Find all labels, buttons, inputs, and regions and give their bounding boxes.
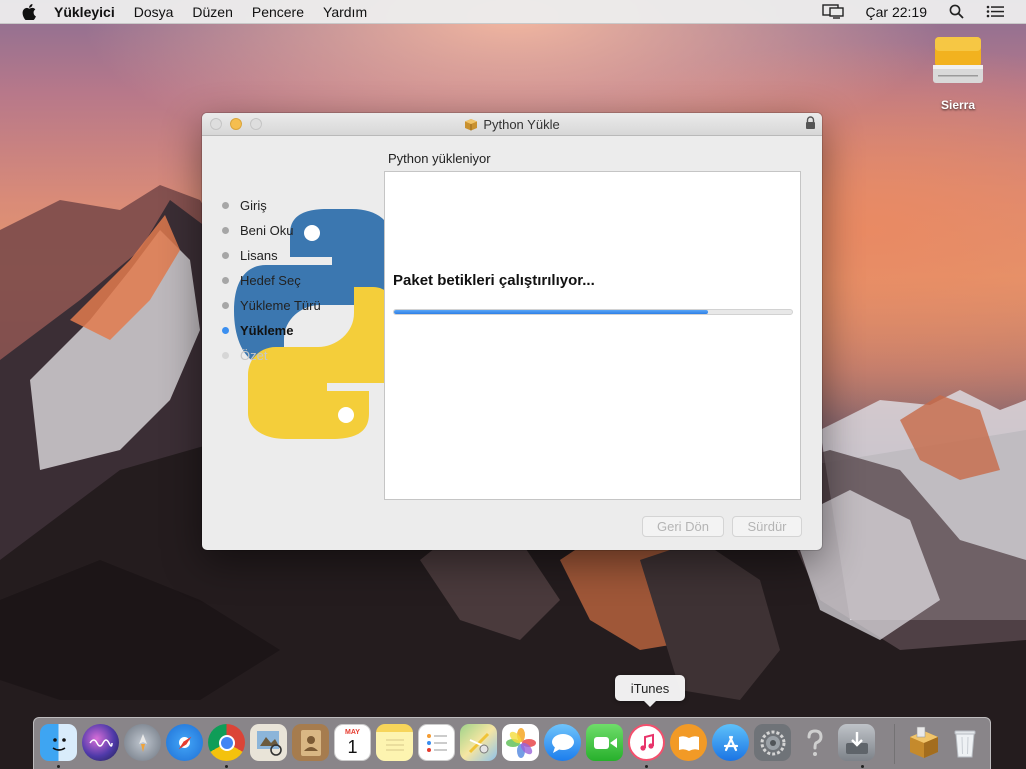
install-status-text: Paket betikleri çalıştırılıyor... <box>393 272 595 289</box>
dock: MAY 1 <box>33 717 991 769</box>
continue-button[interactable]: Sürdür <box>732 516 802 537</box>
hard-drive-icon <box>933 37 983 83</box>
running-indicator <box>861 765 864 768</box>
reminders-icon[interactable] <box>418 724 455 761</box>
package-icon <box>464 118 478 131</box>
calendar-day: 1 <box>347 737 358 757</box>
running-indicator <box>645 765 648 768</box>
messages-icon[interactable] <box>544 724 581 761</box>
menubar-clock[interactable]: Çar 22:19 <box>866 4 927 20</box>
window-title: Python Yükle <box>483 116 560 132</box>
close-button[interactable] <box>210 118 222 130</box>
step-installation: Yükleme <box>222 318 321 343</box>
facetime-icon[interactable] <box>586 724 623 761</box>
calendar-month: MAY <box>345 729 360 736</box>
running-indicator <box>225 765 228 768</box>
section-heading: Python yükleniyor <box>388 151 491 166</box>
dock-tooltip: iTunes <box>615 675 685 707</box>
step-summary: Özet <box>222 343 321 368</box>
lock-icon <box>805 116 816 133</box>
safari-icon[interactable] <box>166 724 203 761</box>
trash-icon[interactable] <box>946 724 983 761</box>
menu-yardim[interactable]: Yardım <box>323 4 367 20</box>
downloads-icon[interactable] <box>838 724 875 761</box>
dock-separator <box>894 724 895 764</box>
window-titlebar[interactable]: Python Yükle <box>202 113 822 136</box>
display-mirroring-icon[interactable] <box>821 4 844 19</box>
app-store-icon[interactable] <box>712 724 749 761</box>
menu-duzen[interactable]: Düzen <box>192 4 232 20</box>
menu-dosya[interactable]: Dosya <box>134 4 174 20</box>
contacts-icon[interactable] <box>292 724 329 761</box>
step-license: Lisans <box>222 243 321 268</box>
step-dot <box>222 277 229 284</box>
installer-window: Python Yükle Giriş Beni Oku Lisans Hedef… <box>202 113 822 550</box>
minimize-button[interactable] <box>230 118 242 130</box>
apple-menu-icon[interactable] <box>20 3 38 20</box>
step-readme: Beni Oku <box>222 218 321 243</box>
progress-fill <box>394 310 709 314</box>
finder-icon[interactable] <box>40 724 77 761</box>
photos-icon[interactable] <box>502 724 539 761</box>
menu-app-name[interactable]: Yükleyici <box>54 4 115 20</box>
step-dot <box>222 352 229 359</box>
spotlight-search-icon[interactable] <box>949 4 964 19</box>
unknown-app-icon[interactable] <box>796 724 833 761</box>
progress-bar <box>393 309 793 315</box>
notes-icon[interactable] <box>376 724 413 761</box>
step-installation-type: Yükleme Türü <box>222 293 321 318</box>
siri-icon[interactable] <box>82 724 119 761</box>
step-list: Giriş Beni Oku Lisans Hedef Seç Yükleme … <box>222 193 321 368</box>
notification-center-icon[interactable] <box>986 5 1004 18</box>
step-dot <box>222 252 229 259</box>
preview-icon[interactable] <box>250 724 287 761</box>
drive-label: Sierra <box>940 98 976 112</box>
step-dot <box>222 227 229 234</box>
step-dot <box>222 202 229 209</box>
itunes-icon[interactable] <box>628 724 665 761</box>
maps-icon[interactable] <box>460 724 497 761</box>
launchpad-icon[interactable] <box>124 724 161 761</box>
step-introduction: Giriş <box>222 193 321 218</box>
running-indicator <box>57 765 60 768</box>
system-preferences-icon[interactable] <box>754 724 791 761</box>
menu-pencere[interactable]: Pencere <box>252 4 304 20</box>
step-dot-current <box>222 327 229 334</box>
content-panel: Paket betikleri çalıştırılıyor... <box>384 171 801 500</box>
menu-bar: Yükleyici Dosya Düzen Pencere Yardım Çar… <box>0 0 1026 24</box>
chrome-icon[interactable] <box>208 724 245 761</box>
ibooks-icon[interactable] <box>670 724 707 761</box>
installer-icon[interactable] <box>905 724 942 761</box>
step-destination: Hedef Seç <box>222 268 321 293</box>
step-dot <box>222 302 229 309</box>
calendar-icon[interactable]: MAY 1 <box>334 724 371 761</box>
zoom-button[interactable] <box>250 118 262 130</box>
back-button[interactable]: Geri Dön <box>642 516 724 537</box>
desktop-drive[interactable]: Sierra <box>928 33 988 112</box>
